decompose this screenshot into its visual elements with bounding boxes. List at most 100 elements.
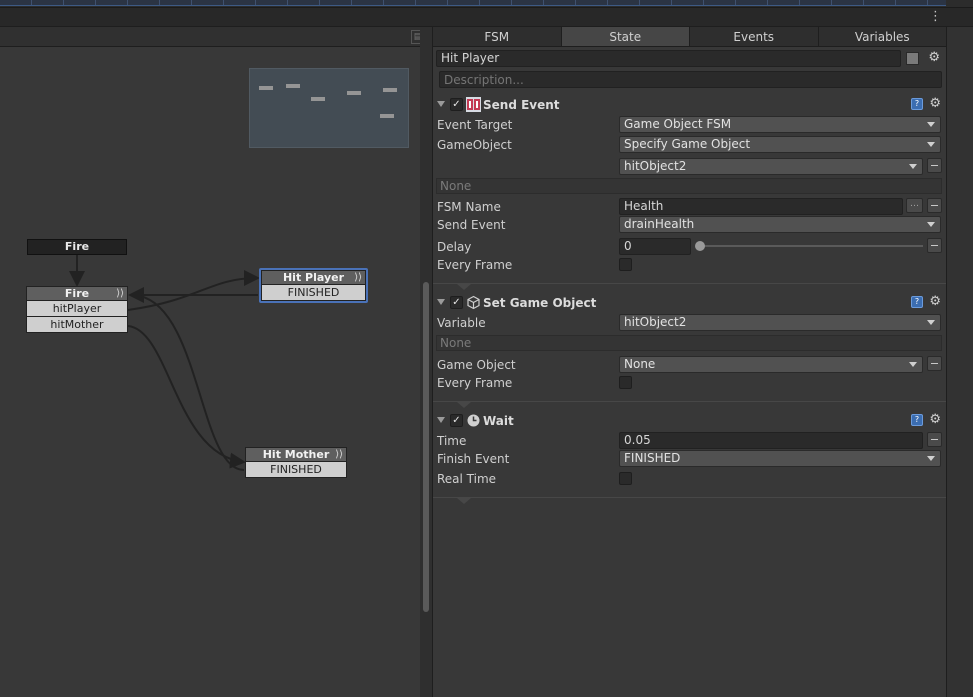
chevron-down-icon <box>927 142 935 147</box>
real-time-checkbox[interactable] <box>619 472 632 485</box>
every-frame-checkbox[interactable] <box>619 376 632 389</box>
finish-event-label: Finish Event <box>437 452 510 466</box>
node-link-icon: ⟩⟩ <box>354 272 362 283</box>
tab-variables[interactable]: Variables <box>819 27 947 46</box>
state-node-title[interactable]: Fire ⟩⟩ <box>26 286 128 301</box>
top-timeline-strip <box>0 0 973 8</box>
foldout-arrow-icon[interactable] <box>437 417 445 423</box>
transition-hitplayer[interactable]: hitPlayer <box>26 301 128 317</box>
every-frame-label: Every Frame <box>437 376 513 390</box>
transition-finished[interactable]: FINISHED <box>261 285 366 301</box>
state-node-hit-mother[interactable]: Hit Mother ⟩⟩ FINISHED <box>245 447 347 478</box>
help-icon[interactable]: ? <box>911 296 923 308</box>
action-settings-gear-icon[interactable]: ⚙ <box>929 96 941 111</box>
variable-label: Variable <box>437 316 486 330</box>
variable-none-field: None <box>436 335 942 351</box>
state-node-title[interactable]: Hit Player ⟩⟩ <box>261 270 366 285</box>
time-label: Time <box>437 434 467 448</box>
inspector-tabs: FSM State Events Variables <box>433 27 947 47</box>
send-event-label: Send Event <box>437 218 506 232</box>
chevron-down-icon <box>909 164 917 169</box>
gameobject-dropdown[interactable]: Specify Game Object <box>619 136 941 153</box>
send-event-dropdown[interactable]: drainHealth <box>619 216 941 233</box>
state-node-fire[interactable]: Fire ⟩⟩ hitPlayer hitMother <box>26 286 128 333</box>
delay-label: Delay <box>437 240 472 254</box>
gameobject-none-field: None <box>436 178 942 194</box>
every-frame-label: Every Frame <box>437 258 513 272</box>
section-divider <box>433 283 947 284</box>
graph-toolbar: ▤ <box>0 27 430 47</box>
fsm-name-label: FSM Name <box>437 200 501 214</box>
section-divider <box>433 497 947 498</box>
state-node-hit-player[interactable]: Hit Player ⟩⟩ FINISHED <box>259 268 368 303</box>
event-target-dropdown[interactable]: Game Object FSM <box>619 116 941 133</box>
timeline-band <box>0 0 946 6</box>
kebab-menu-icon[interactable]: ⋮ <box>929 10 942 24</box>
foldout-arrow-icon[interactable] <box>437 299 445 305</box>
section-notch <box>457 498 471 504</box>
delay-slider-knob[interactable] <box>695 241 705 251</box>
every-frame-checkbox[interactable] <box>619 258 632 271</box>
delay-slider-track[interactable] <box>699 245 923 247</box>
chevron-down-icon <box>927 122 935 127</box>
action-enabled-checkbox[interactable]: ✓ <box>450 296 463 309</box>
gameobject-variable-dropdown[interactable]: hitObject2 <box>619 158 923 175</box>
foldout-arrow-icon[interactable] <box>437 101 445 107</box>
state-node-title[interactable]: Hit Mother ⟩⟩ <box>245 447 347 462</box>
fsm-name-variable-toggle[interactable] <box>927 198 942 213</box>
fsm-graph-view[interactable]: ▤ <box>0 27 430 697</box>
state-color-swatch[interactable] <box>906 52 919 65</box>
action-set-game-object-header[interactable]: ✓ Set Game Object ? ⚙ <box>433 293 947 313</box>
graph-scrollbar-thumb[interactable] <box>423 282 429 612</box>
time-variable-toggle[interactable] <box>927 432 942 447</box>
browse-button[interactable]: … <box>906 198 923 213</box>
game-object-variable-toggle[interactable] <box>927 356 942 371</box>
gameobject-variable-toggle[interactable] <box>927 158 942 173</box>
time-input[interactable]: 0.05 <box>619 432 923 449</box>
chevron-down-icon <box>909 362 917 367</box>
section-notch <box>457 402 471 408</box>
node-link-icon: ⟩⟩ <box>335 449 343 460</box>
chevron-down-icon <box>927 456 935 461</box>
state-settings-gear-icon[interactable]: ⚙ <box>928 50 940 65</box>
inspector-panel: FSM State Events Variables Hit Player ⚙ … <box>432 27 947 697</box>
graph-minimap[interactable] <box>249 68 409 148</box>
help-icon[interactable]: ? <box>911 98 923 110</box>
action-settings-gear-icon[interactable]: ⚙ <box>929 412 941 427</box>
finish-event-dropdown[interactable]: FINISHED <box>619 450 941 467</box>
tab-fsm[interactable]: FSM <box>433 27 562 46</box>
graph-scrollbar[interactable] <box>420 27 432 697</box>
chevron-down-icon <box>927 222 935 227</box>
fsm-name-input[interactable]: Health <box>619 198 903 215</box>
event-target-label: Event Target <box>437 118 513 132</box>
variable-dropdown[interactable]: hitObject2 <box>619 314 941 331</box>
action-enabled-checkbox[interactable]: ✓ <box>450 98 463 111</box>
action-title: Set Game Object <box>483 296 597 310</box>
tab-state[interactable]: State <box>561 27 690 46</box>
delay-input[interactable]: 0 <box>619 238 691 255</box>
delay-variable-toggle[interactable] <box>927 238 942 253</box>
state-name-field[interactable]: Hit Player <box>436 50 901 67</box>
section-divider <box>433 401 947 402</box>
action-wait-header[interactable]: ✓ Wait ? ⚙ <box>433 411 947 431</box>
node-link-icon: ⟩⟩ <box>116 288 124 299</box>
action-settings-gear-icon[interactable]: ⚙ <box>929 294 941 309</box>
gameobject-label: GameObject <box>437 138 512 152</box>
game-object-label: Game Object <box>437 358 516 372</box>
transition-finished[interactable]: FINISHED <box>245 462 347 478</box>
cube-icon <box>467 295 480 310</box>
tab-events[interactable]: Events <box>690 27 819 46</box>
help-icon[interactable]: ? <box>911 414 923 426</box>
start-event-label[interactable]: Fire <box>27 239 127 255</box>
real-time-label: Real Time <box>437 472 497 486</box>
action-enabled-checkbox[interactable]: ✓ <box>450 414 463 427</box>
transition-hitmother[interactable]: hitMother <box>26 317 128 333</box>
section-notch <box>457 284 471 290</box>
game-object-dropdown[interactable]: None <box>619 356 923 373</box>
inspector-scrollbar[interactable] <box>946 27 973 697</box>
action-title: Wait <box>483 414 514 428</box>
action-title: Send Event <box>483 98 560 112</box>
action-send-event-header[interactable]: ✓ Send Event ? ⚙ <box>433 95 947 115</box>
state-description-input[interactable] <box>439 71 942 88</box>
window-titlebar: ⋮ <box>0 8 973 27</box>
